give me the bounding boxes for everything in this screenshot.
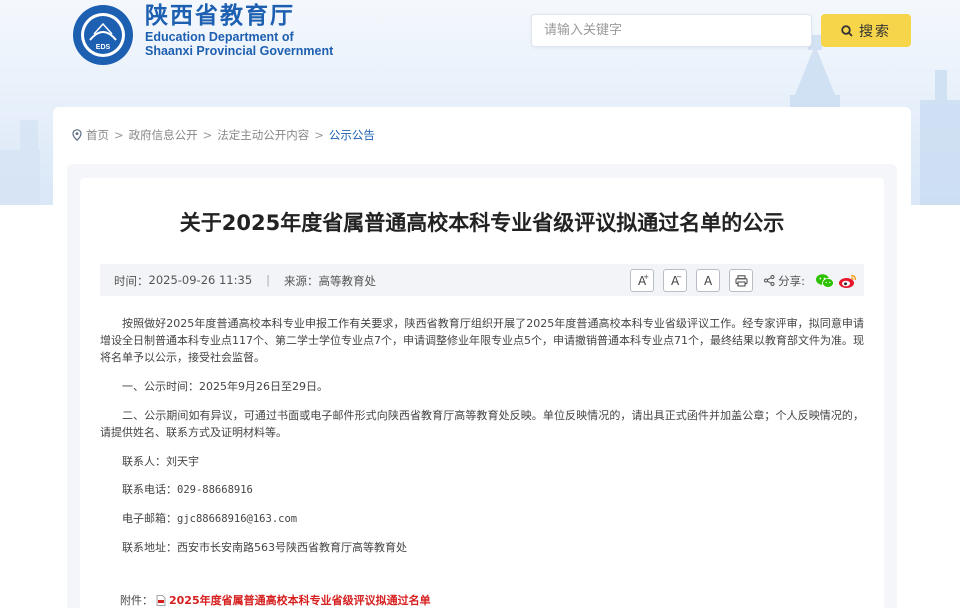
contact-email-value: gjc88668916@163.com (177, 513, 298, 525)
contact-address-label: 联系地址： (122, 541, 177, 554)
contact-phone: 联系电话：029-88668916 (100, 481, 864, 499)
article-body: 按照做好2025年度普通高校本科专业申报工作有关要求，陕西省教育厅组织开展了20… (100, 315, 864, 567)
contact-person-value: 刘天宇 (166, 455, 199, 468)
share-label: 分享: (778, 273, 805, 288)
contact-phone-label: 联系电话： (122, 483, 177, 496)
breadcrumb-separator: > (202, 128, 213, 142)
search-button[interactable]: 搜索 (821, 14, 911, 47)
breadcrumb-gov-info[interactable]: 政府信息公开 (129, 127, 198, 143)
wechat-icon[interactable] (815, 273, 835, 289)
font-default-label: A (704, 273, 713, 288)
attachment: 附件： 2025年度省属普通高校本科专业省级评议拟通过名单 (120, 592, 431, 608)
time-value: 2025-09-26 11:35 (148, 273, 253, 287)
time-label: 时间： (114, 274, 149, 288)
breadcrumb: 首页 > 政府信息公开 > 法定主动公开内容 > 公示公告 (72, 127, 375, 143)
contact-address-value: 西安市长安南路563号陕西省教育厅高等教育处 (177, 541, 407, 554)
contact-email: 电子邮箱：gjc88668916@163.com (100, 510, 864, 528)
site-title-en-line2: Shaanxi Provincial Government (145, 44, 334, 58)
breadcrumb-legal-content[interactable]: 法定主动公开内容 (217, 127, 309, 143)
font-decrease-button[interactable]: A − (663, 269, 688, 292)
logo-text: EDS (96, 44, 111, 51)
share-icon (764, 275, 775, 286)
contact-person-label: 联系人： (122, 455, 166, 468)
file-icon (156, 594, 166, 606)
paragraph-objection: 二、公示期间如有异议，可通过书面或电子邮件形式向陕西省教育厅高等教育处反映。单位… (100, 409, 864, 439)
breadcrumb-separator: > (114, 128, 124, 142)
paragraph-intro: 按照做好2025年度普通高校本科专业申报工作有关要求，陕西省教育厅组织开展了20… (100, 317, 864, 364)
font-default-button[interactable]: A (696, 269, 721, 292)
contact-person: 联系人：刘天宇 (100, 453, 864, 470)
breadcrumb-home[interactable]: 首页 (86, 127, 109, 143)
site-title-en-line1: Education Department of (145, 30, 294, 44)
contact-address: 联系地址：西安市长安南路563号陕西省教育厅高等教育处 (100, 539, 864, 556)
contact-phone-value: 029-88668916 (177, 484, 253, 496)
site-title-cn: 陕西省教育厅 (145, 2, 295, 29)
location-pin-icon (72, 129, 82, 141)
meta-divider: | (266, 273, 271, 287)
share: 分享: (764, 273, 805, 289)
breadcrumb-current[interactable]: 公示公告 (329, 127, 375, 143)
article-meta-bar: 时间： 2025-09-26 11:35 | 来源： 高等教育处 A + A − A (100, 264, 864, 296)
search-input[interactable] (531, 14, 812, 47)
search-icon (841, 24, 853, 37)
social-icons (815, 273, 858, 289)
breadcrumb-separator: > (314, 128, 324, 142)
source-value: 高等教育处 (318, 274, 377, 288)
article-meta: 时间： 2025-09-26 11:35 | 来源： 高等教育处 (114, 273, 376, 289)
eds-logo[interactable]: EDS (72, 4, 134, 66)
printer-icon (735, 274, 748, 286)
font-increase-button[interactable]: A + (630, 269, 655, 292)
contact-email-label: 电子邮箱： (122, 512, 177, 525)
article-tools: A + A − A 分享: (630, 269, 858, 292)
article-title: 关于2025年度省属普通高校本科专业省级评议拟通过名单的公示 (179, 211, 785, 235)
paragraph-time: 一、公示时间：2025年9月26日至29日。 (122, 380, 328, 393)
attachment-link[interactable]: 2025年度省属普通高校本科专业省级评议拟通过名单 (169, 592, 431, 608)
search-button-label: 搜索 (859, 23, 891, 40)
print-button[interactable] (729, 269, 754, 292)
attachment-label: 附件： (120, 594, 153, 607)
site-title: 陕西省教育厅 Education Department of Shaanxi P… (145, 2, 333, 58)
weibo-icon[interactable] (838, 273, 858, 289)
source-label: 来源： (284, 274, 319, 288)
